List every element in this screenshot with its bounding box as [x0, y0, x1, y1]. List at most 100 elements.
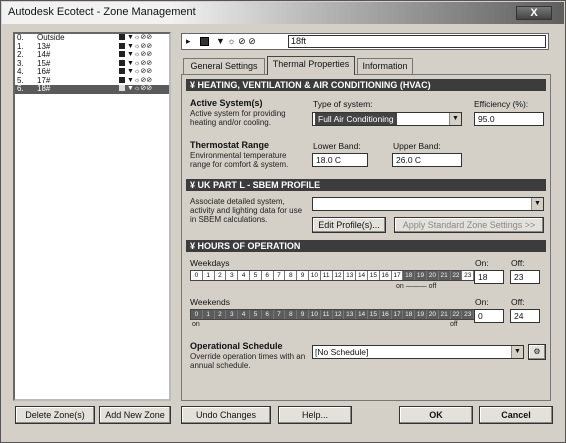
- hour-cell[interactable]: 7: [274, 271, 286, 280]
- hour-cell[interactable]: 23: [462, 310, 475, 319]
- ok-button[interactable]: OK: [399, 406, 473, 424]
- zone-state-icons[interactable]: ▼☼⊘⊘: [127, 77, 152, 84]
- hour-cell[interactable]: 15: [367, 310, 380, 319]
- hour-cell[interactable]: 5: [249, 310, 262, 319]
- weekend-hours-grid[interactable]: 0 1 2 3 4 5 6 7 8 9 10 11 12 13 14 15 16 17 18 19 20 21 22 23: [190, 309, 476, 320]
- undo-changes-button[interactable]: Undo Changes: [181, 406, 271, 424]
- hour-cell[interactable]: 0: [191, 271, 203, 280]
- hour-cell[interactable]: 10: [308, 310, 321, 319]
- hour-cell[interactable]: 2: [214, 310, 227, 319]
- zone-row-icons[interactable]: ▼☼⊘⊘: [119, 68, 152, 77]
- schedule-select[interactable]: [No Schedule] ▼: [312, 345, 524, 359]
- zone-color-swatch[interactable]: [119, 34, 125, 41]
- hour-cell[interactable]: 21: [438, 271, 451, 280]
- sbem-section-header[interactable]: ¥ UK PART L - SBEM PROFILE: [186, 179, 546, 191]
- efficiency-input[interactable]: 95.0: [474, 112, 544, 126]
- weekday-on-input[interactable]: 18: [474, 270, 504, 284]
- zone-state-icons[interactable]: ▼☼⊘⊘: [127, 85, 152, 92]
- hour-cell[interactable]: 22: [450, 271, 463, 280]
- zone-color-swatch[interactable]: [119, 76, 125, 83]
- zone-row-icons[interactable]: ▼☼⊘⊘: [119, 85, 152, 94]
- hour-cell[interactable]: 7: [273, 310, 286, 319]
- system-type-select[interactable]: Full Air Conditioning ▼: [312, 112, 462, 126]
- weekend-on-input[interactable]: 0: [474, 309, 504, 323]
- delete-zone-button[interactable]: Delete Zone(s): [15, 406, 95, 424]
- zone-row-icons[interactable]: ▼☼⊘⊘: [119, 43, 152, 52]
- upper-band-input[interactable]: 26.0 C: [392, 153, 462, 167]
- chevron-down-icon[interactable]: ▼: [531, 198, 543, 210]
- hour-cell[interactable]: 8: [285, 310, 298, 319]
- chevron-down-icon[interactable]: ▼: [449, 113, 461, 125]
- zone-row-icons[interactable]: ▼☼⊘⊘: [119, 51, 152, 60]
- zone-list-item[interactable]: 6. 18# ▼☼⊘⊘: [15, 84, 169, 94]
- hour-cell[interactable]: 20: [426, 310, 439, 319]
- zone-state-icons[interactable]: ▼☼⊘⊘: [127, 68, 152, 75]
- zone-state-icons[interactable]: ▼☼⊘⊘: [127, 34, 152, 41]
- hour-cell[interactable]: 1: [202, 310, 215, 319]
- zone-color-swatch[interactable]: [200, 37, 209, 46]
- chevron-down-icon[interactable]: ▼: [511, 346, 523, 358]
- zone-color-swatch[interactable]: [119, 51, 125, 58]
- hour-cell[interactable]: 17: [392, 271, 404, 280]
- hour-cell[interactable]: 4: [238, 310, 250, 319]
- expand-arrow-icon[interactable]: ▸: [186, 36, 191, 47]
- hour-cell[interactable]: 9: [297, 310, 309, 319]
- hour-cell[interactable]: 23: [462, 271, 475, 280]
- hour-cell[interactable]: 2: [215, 271, 227, 280]
- hour-cell[interactable]: 16: [380, 271, 392, 280]
- zone-row-icons[interactable]: ▼☼⊘⊘: [119, 60, 152, 69]
- zone-color-swatch[interactable]: [119, 59, 125, 66]
- weekday-hours-grid[interactable]: 0 1 2 3 4 5 6 7 8 9 10 11 12 13 14 15 16 17 18 19 20 21 22 23: [190, 270, 476, 281]
- hvac-section-header[interactable]: ¥ HEATING, VENTILATION & AIR CONDITIONIN…: [186, 79, 546, 91]
- hour-cell[interactable]: 12: [333, 271, 345, 280]
- apply-standard-settings-button[interactable]: Apply Standard Zone Settings >>: [394, 217, 544, 233]
- hour-cell[interactable]: 4: [238, 271, 250, 280]
- zone-row-icons[interactable]: ▼☼⊘⊘: [119, 77, 152, 86]
- hour-cell[interactable]: 18: [403, 271, 416, 280]
- tab-thermal-properties[interactable]: Thermal Properties: [267, 56, 355, 75]
- zone-state-icons[interactable]: ▼ ☼ ⊘ ⊘: [216, 36, 256, 47]
- hour-cell[interactable]: 13: [344, 271, 357, 280]
- sbem-profile-select[interactable]: ▼: [312, 197, 544, 211]
- hour-cell[interactable]: 14: [356, 310, 368, 319]
- hour-cell[interactable]: 14: [356, 271, 368, 280]
- hour-cell[interactable]: 21: [438, 310, 451, 319]
- add-zone-button[interactable]: Add New Zone: [99, 406, 171, 424]
- hour-cell[interactable]: 0: [191, 310, 203, 319]
- hour-cell[interactable]: 11: [320, 310, 333, 319]
- hour-cell[interactable]: 13: [344, 310, 357, 319]
- hour-cell[interactable]: 15: [368, 271, 380, 280]
- zone-list[interactable]: 0. Outside ▼☼⊘⊘ 1. 13# ▼☼⊘⊘ 2. 14# ▼☼⊘⊘ 3. 15# ▼☼⊘⊘…: [13, 32, 171, 401]
- zone-row-icons[interactable]: ▼☼⊘⊘: [119, 34, 152, 43]
- tab-information[interactable]: Information: [357, 58, 413, 74]
- hour-cell[interactable]: 19: [415, 310, 427, 319]
- zone-color-swatch[interactable]: [119, 42, 125, 49]
- hour-cell[interactable]: 6: [261, 310, 274, 319]
- zone-color-swatch[interactable]: [119, 85, 125, 92]
- lower-band-input[interactable]: 18.0 C: [312, 153, 368, 167]
- hour-cell[interactable]: 9: [297, 271, 309, 280]
- hour-cell[interactable]: 16: [379, 310, 392, 319]
- hour-cell[interactable]: 3: [226, 271, 239, 280]
- schedule-editor-icon[interactable]: ⚙: [528, 344, 546, 360]
- hour-cell[interactable]: 22: [450, 310, 463, 319]
- hour-cell[interactable]: 3: [226, 310, 239, 319]
- hour-cell[interactable]: 17: [391, 310, 404, 319]
- zone-color-swatch[interactable]: [119, 68, 125, 75]
- hour-cell[interactable]: 11: [321, 271, 333, 280]
- tab-general-settings[interactable]: General Settings: [183, 58, 265, 74]
- cancel-button[interactable]: Cancel: [479, 406, 553, 424]
- zone-state-icons[interactable]: ▼☼⊘⊘: [127, 60, 152, 67]
- edit-profiles-button[interactable]: Edit Profile(s)...: [312, 217, 386, 233]
- hour-cell[interactable]: 6: [262, 271, 274, 280]
- hour-cell[interactable]: 18: [403, 310, 416, 319]
- hour-cell[interactable]: 20: [426, 271, 439, 280]
- hour-cell[interactable]: 8: [285, 271, 298, 280]
- hour-cell[interactable]: 12: [332, 310, 345, 319]
- weekday-off-input[interactable]: 23: [510, 270, 540, 284]
- weekend-off-input[interactable]: 24: [510, 309, 540, 323]
- hour-cell[interactable]: 10: [309, 271, 321, 280]
- close-button[interactable]: X: [516, 6, 552, 20]
- hours-section-header[interactable]: ¥ HOURS OF OPERATION: [186, 240, 546, 252]
- zone-state-icons[interactable]: ▼☼⊘⊘: [127, 43, 152, 50]
